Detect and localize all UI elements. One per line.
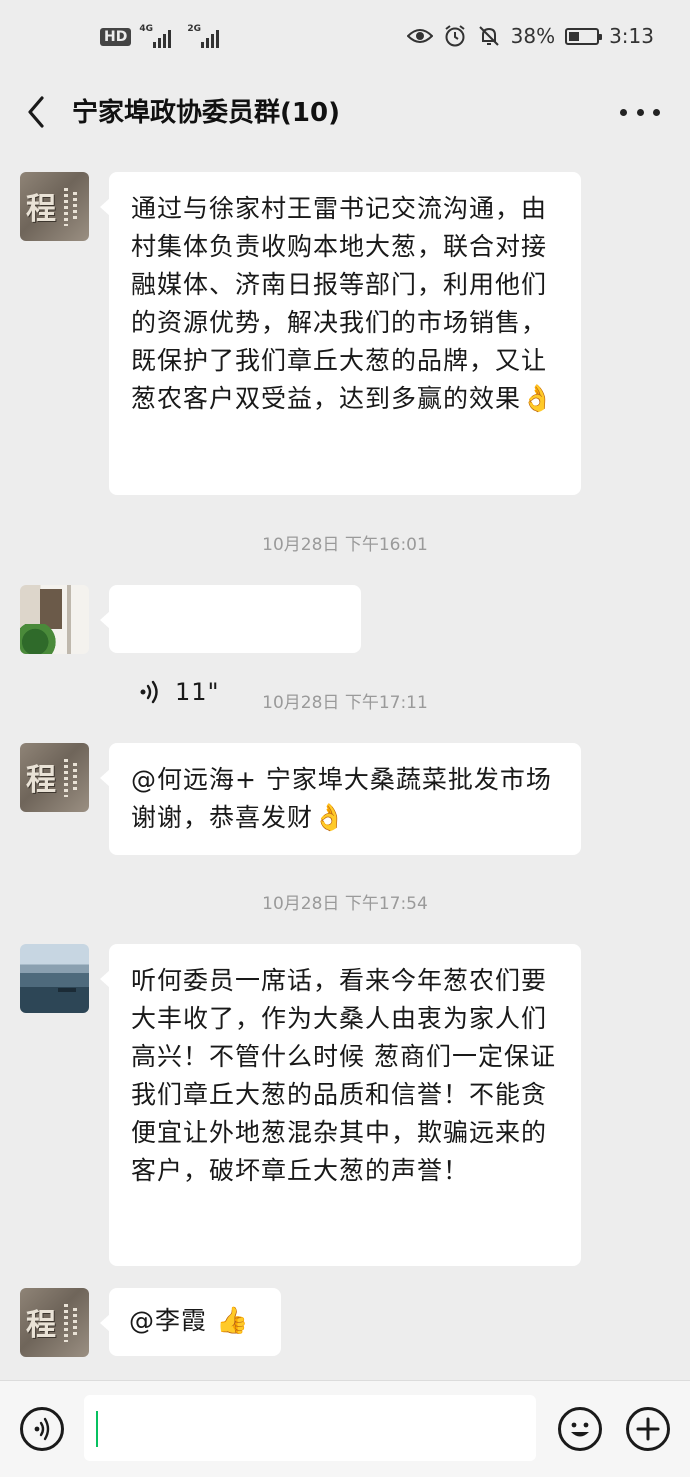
avatar[interactable] [20, 585, 89, 654]
message-bubble[interactable]: 通过与徐家村王雷书记交流沟通，由村集体负责收购本地大葱，联合对接融媒体、济南日报… [100, 172, 581, 495]
hd-badge: HD [100, 28, 132, 46]
plus-icon[interactable] [626, 1407, 670, 1451]
thumbs-up-emoji-icon: 👍 [215, 1306, 250, 1336]
ok-hand-emoji-icon: 👌 [521, 384, 555, 414]
mute-bell-icon [478, 26, 499, 46]
status-right: 38% 3:13 [406, 24, 654, 48]
status-left: HD 4G 2G [100, 24, 227, 48]
chat-title: 宁家埠政协委员群(10) [72, 98, 340, 128]
text-cursor [96, 1411, 98, 1447]
signal-icon: 4G [139, 24, 179, 48]
message-text: 听何委员一席话，看来今年葱农们要大丰收了，作为大桑人由衷为家人们高兴！不管什么时… [131, 966, 556, 1185]
avatar[interactable]: 程 [20, 172, 89, 241]
message-text: 通过与徐家村王雷书记交流沟通，由村集体负责收购本地大葱，联合对接融媒体、济南日报… [131, 194, 548, 413]
ok-hand-emoji-icon: 👌 [313, 803, 347, 833]
smiley-icon[interactable] [558, 1407, 602, 1451]
chevron-left-icon[interactable] [22, 92, 52, 132]
battery-icon [565, 27, 603, 45]
signal2-label: 2G [187, 24, 201, 34]
message-input[interactable] [84, 1395, 536, 1461]
voice-message-bubble[interactable]: 11" [100, 585, 361, 706]
eye-icon [406, 29, 433, 43]
signal1-label: 4G [139, 24, 153, 34]
timestamp: 10月28日 下午16:01 [262, 535, 428, 555]
clock-time: 3:13 [609, 24, 654, 48]
avatar[interactable]: 程 [20, 743, 89, 812]
avatar[interactable]: 程 [20, 1288, 89, 1357]
input-bar [0, 1380, 690, 1477]
message-text: @何远海+ 宁家埠大桑蔬菜批发市场 谢谢，恭喜发财 [131, 765, 570, 832]
timestamp: 10月28日 下午17:54 [262, 894, 428, 914]
message-bubble[interactable]: @何远海+ 宁家埠大桑蔬菜批发市场 谢谢，恭喜发财👌 [100, 743, 581, 855]
alarm-icon [445, 25, 465, 47]
voice-input-icon[interactable] [20, 1407, 64, 1451]
message-text: @李霞 [129, 1306, 208, 1335]
avatar[interactable] [20, 944, 89, 1013]
message-bubble[interactable]: 听何委员一席话，看来今年葱农们要大丰收了，作为大桑人由衷为家人们高兴！不管什么时… [100, 944, 581, 1266]
status-bar: HD 4G 2G 38% 3:13 [0, 0, 690, 80]
more-dots-icon[interactable] [620, 94, 660, 130]
battery-percent: 38% [510, 24, 556, 48]
message-bubble[interactable]: @李霞 👍 [100, 1288, 281, 1356]
timestamp: 10月28日 下午17:11 [262, 693, 428, 713]
signal-icon: 2G [187, 24, 227, 48]
chat-header: 宁家埠政协委员群(10) [0, 80, 690, 144]
